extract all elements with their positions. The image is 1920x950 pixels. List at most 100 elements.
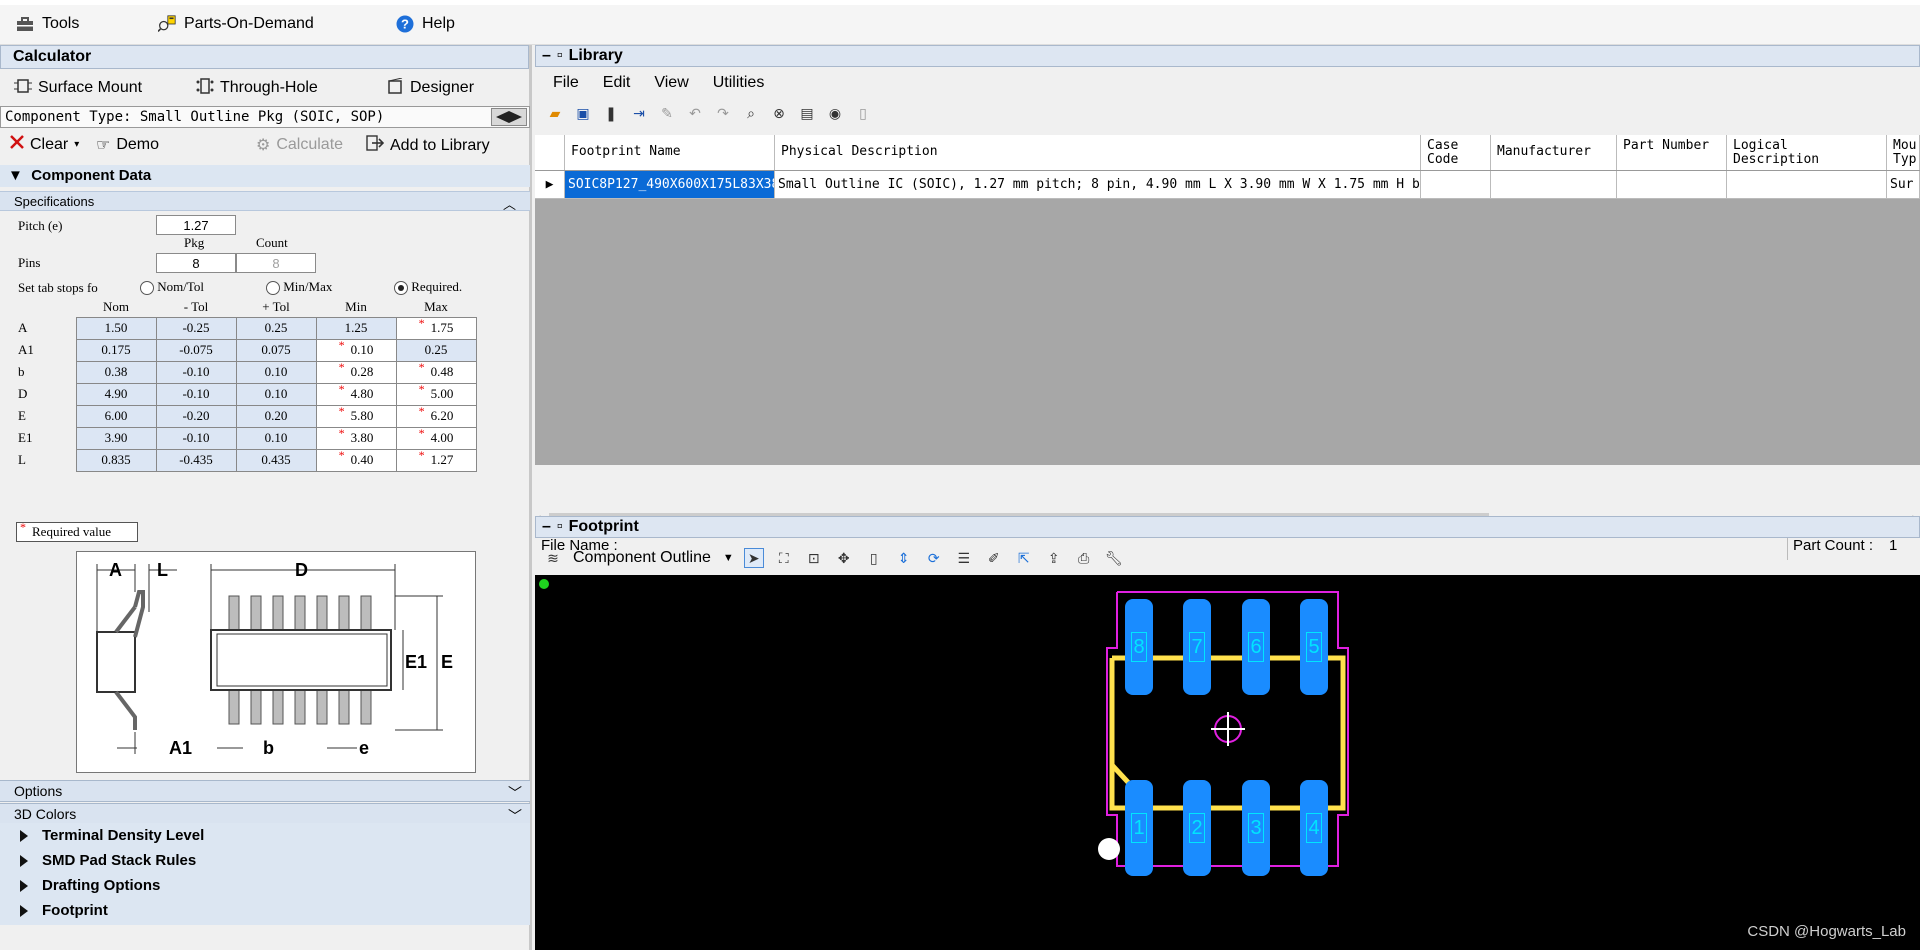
dim-minus-tol-cell[interactable]: -0.10 <box>155 360 237 384</box>
cell-case-code[interactable] <box>1421 171 1491 199</box>
report-icon[interactable]: ▯ <box>853 103 873 123</box>
pitch-input[interactable]: 1.27 <box>156 215 236 235</box>
tree-smd-pad-stack[interactable]: SMD Pad Stack Rules <box>20 852 196 869</box>
dim-min-cell[interactable]: * 3.80 <box>315 426 397 450</box>
specifications-header[interactable]: Specifications ︿ <box>0 191 530 212</box>
dim-nom-cell[interactable]: 0.175 <box>75 338 157 362</box>
pad[interactable]: 6 <box>1242 599 1270 695</box>
dim-plus-tol-cell[interactable]: 0.075 <box>235 338 317 362</box>
share-icon[interactable]: ⇪ <box>1044 548 1064 568</box>
col-case-code[interactable]: Case Code <box>1421 135 1491 170</box>
tools-icon[interactable]: ✎ <box>657 103 677 123</box>
dim-nom-cell[interactable]: 6.00 <box>75 404 157 428</box>
options-header[interactable]: Options ﹀ <box>0 780 530 802</box>
measure-icon[interactable]: ▯ <box>864 548 884 568</box>
tree-footprint[interactable]: Footprint <box>20 902 108 919</box>
cell-manufacturer[interactable] <box>1491 171 1617 199</box>
tree-terminal-density[interactable]: Terminal Density Level <box>20 827 204 844</box>
library-menu-file[interactable]: File <box>553 74 579 92</box>
pad[interactable]: 4 <box>1300 780 1328 876</box>
pad[interactable]: 3 <box>1242 780 1270 876</box>
radio-required[interactable]: Required. <box>394 279 462 296</box>
calculate-button[interactable]: ⚙ Calculate <box>256 135 343 155</box>
component-type-picker-button[interactable] <box>491 108 527 126</box>
dim-max-cell[interactable]: * 1.75 <box>395 316 477 340</box>
pad[interactable]: 1 <box>1125 780 1153 876</box>
dim-minus-tol-cell[interactable]: -0.20 <box>155 404 237 428</box>
tree-drafting-options[interactable]: Drafting Options <box>20 877 160 894</box>
minimize-icon[interactable]: – <box>542 47 551 65</box>
dim-minus-tol-cell[interactable]: -0.435 <box>155 448 237 472</box>
pad[interactable]: 5 <box>1300 599 1328 695</box>
columns-icon[interactable]: ▤ <box>797 103 817 123</box>
flip-icon[interactable]: ⇕ <box>894 548 914 568</box>
layers-icon[interactable]: ≋ <box>543 548 563 568</box>
new-part-icon[interactable]: ❚ <box>601 103 621 123</box>
cell-mount-type[interactable]: Sur <box>1887 171 1920 199</box>
col-footprint-name[interactable]: Footprint Name <box>565 135 775 170</box>
radio-min-max[interactable]: Min/Max <box>266 279 332 296</box>
dim-min-cell[interactable]: * 5.80 <box>315 404 397 428</box>
view-select[interactable]: Component Outline ▼ <box>573 549 734 567</box>
cancel-icon[interactable]: ⊗ <box>769 103 789 123</box>
row-expand-icon[interactable]: ▶ <box>535 171 565 199</box>
dim-max-cell[interactable]: * 5.00 <box>395 382 477 406</box>
select-pointer-icon[interactable]: ➤ <box>743 548 764 568</box>
dim-nom-cell[interactable]: 1.50 <box>75 316 157 340</box>
dim-minus-tol-cell[interactable]: -0.25 <box>155 316 237 340</box>
import-icon[interactable]: ⇥ <box>629 103 649 123</box>
col-manufacturer[interactable]: Manufacturer <box>1491 135 1617 170</box>
find-icon[interactable]: ⌕ <box>741 103 761 123</box>
tab-through-hole[interactable]: Through-Hole <box>196 77 318 99</box>
cell-part-number[interactable] <box>1617 171 1727 199</box>
menu-tools[interactable]: Tools <box>16 15 79 33</box>
table-row[interactable]: ▶ SOIC8P127_490X600X175L83X38 Small Outl… <box>535 171 1920 199</box>
zoom-extents-icon[interactable]: ⛶ <box>774 548 794 568</box>
dim-minus-tol-cell[interactable]: -0.10 <box>155 382 237 406</box>
dim-max-cell[interactable]: 0.25 <box>395 338 477 362</box>
dim-plus-tol-cell[interactable]: 0.25 <box>235 316 317 340</box>
pad[interactable]: 2 <box>1183 780 1211 876</box>
dim-max-cell[interactable]: * 1.27 <box>395 448 477 472</box>
dim-max-cell[interactable]: * 6.20 <box>395 404 477 428</box>
3d-colors-header[interactable]: 3D Colors ﹀ <box>0 803 530 825</box>
pins-pkg-input[interactable]: 8 <box>156 253 236 273</box>
radio-min-max-circle[interactable] <box>266 281 280 296</box>
tab-designer[interactable]: Designer <box>386 77 474 99</box>
dim-nom-cell[interactable]: 0.38 <box>75 360 157 384</box>
layer-stack-icon[interactable]: ☰ <box>954 548 974 568</box>
open-folder-icon[interactable]: ▰ <box>545 103 565 123</box>
clear-button[interactable]: Clear ▾ <box>10 135 79 154</box>
dim-nom-cell[interactable]: 0.835 <box>75 448 157 472</box>
dim-nom-cell[interactable]: 4.90 <box>75 382 157 406</box>
cell-footprint-name[interactable]: SOIC8P127_490X600X175L83X38 <box>565 171 775 199</box>
export-to-cad-icon[interactable]: ⇱ <box>1014 548 1034 568</box>
radio-nom-tol-circle[interactable] <box>140 281 154 296</box>
dim-max-cell[interactable]: * 0.48 <box>395 360 477 384</box>
add-to-library-button[interactable]: Add to Library <box>366 135 490 156</box>
dim-min-cell[interactable]: 1.25 <box>315 316 397 340</box>
dim-nom-cell[interactable]: 3.90 <box>75 426 157 450</box>
dim-max-cell[interactable]: * 4.00 <box>395 426 477 450</box>
dim-plus-tol-cell[interactable]: 0.20 <box>235 404 317 428</box>
draw-icon[interactable]: ✐ <box>984 548 1004 568</box>
dim-minus-tol-cell[interactable]: -0.10 <box>155 426 237 450</box>
pan-icon[interactable]: ✥ <box>834 548 854 568</box>
dim-plus-tol-cell[interactable]: 0.10 <box>235 426 317 450</box>
pad[interactable]: 7 <box>1183 599 1211 695</box>
dim-plus-tol-cell[interactable]: 0.10 <box>235 382 317 406</box>
dim-plus-tol-cell[interactable]: 0.435 <box>235 448 317 472</box>
cell-logical-description[interactable] <box>1727 171 1887 199</box>
save-icon[interactable]: ▣ <box>573 103 593 123</box>
zoom-window-icon[interactable]: ⊡ <box>804 548 824 568</box>
dim-min-cell[interactable]: * 4.80 <box>315 382 397 406</box>
menu-help[interactable]: ? Help <box>396 15 455 33</box>
cell-physical-description[interactable]: Small Outline IC (SOIC), 1.27 mm pitch; … <box>775 171 1421 199</box>
tab-surface-mount[interactable]: Surface Mount <box>14 78 142 99</box>
redo-icon[interactable]: ↷ <box>713 103 733 123</box>
radio-required-circle[interactable] <box>394 281 408 296</box>
col-physical-description[interactable]: Physical Description <box>775 135 1421 170</box>
demo-button[interactable]: ☞ Demo <box>96 135 159 155</box>
undo-icon[interactable]: ↶ <box>685 103 705 123</box>
restore-window-icon[interactable]: ▫ <box>557 518 563 536</box>
